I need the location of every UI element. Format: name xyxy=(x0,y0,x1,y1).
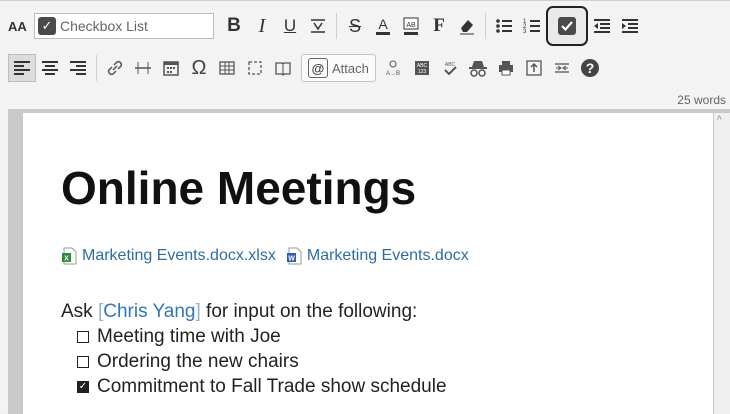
checklist-item-text: Ordering the new chairs xyxy=(97,351,299,372)
checkbox-checked[interactable]: ✓ xyxy=(77,380,89,393)
editor-container: Online Meetings X Marketing Events.docx.… xyxy=(8,109,730,414)
strikethrough-button[interactable]: S xyxy=(341,12,369,40)
vertical-scrollbar[interactable]: ^ xyxy=(714,113,730,414)
table-icon[interactable] xyxy=(213,54,241,82)
word-count: 25 words xyxy=(677,93,726,107)
underline-button[interactable]: U xyxy=(276,12,304,40)
checkbox[interactable] xyxy=(77,355,89,368)
overline-icon[interactable] xyxy=(304,12,332,40)
find-replace-icon[interactable]: A→B xyxy=(380,54,408,82)
svg-text:A→B: A→B xyxy=(386,71,400,77)
book-icon[interactable] xyxy=(269,54,297,82)
bullet-list-icon[interactable] xyxy=(490,12,518,40)
svg-text:AB: AB xyxy=(406,22,416,29)
numbered-list-icon[interactable]: 123 xyxy=(518,12,546,40)
checklist-item: ✓ Commitment to Fall Trade show schedule xyxy=(77,374,447,399)
link-icon[interactable] xyxy=(101,54,129,82)
attachment-link[interactable]: Marketing Events.docx.xlsx xyxy=(82,247,276,265)
font-size-button[interactable]: AA xyxy=(8,19,30,34)
editor-content[interactable]: Online Meetings X Marketing Events.docx.… xyxy=(23,113,713,414)
checkbox-list-button[interactable] xyxy=(546,6,588,46)
align-right-icon[interactable] xyxy=(64,54,92,82)
separator xyxy=(485,13,486,39)
checkbox-icon: ✓ xyxy=(38,17,56,35)
attachment-list: X Marketing Events.docx.xlsx W Marketing… xyxy=(61,247,469,265)
outdent-icon[interactable] xyxy=(588,12,616,40)
attach-button[interactable]: @ Attach xyxy=(301,54,376,82)
spell-check-mark-icon[interactable]: ABC xyxy=(436,54,464,82)
select-area-icon[interactable] xyxy=(241,54,269,82)
attach-label: Attach xyxy=(332,60,369,76)
body-paragraph: Ask [Chris Yang] for input on the follow… xyxy=(61,299,447,399)
checklist-item-text: Commitment to Fall Trade show schedule xyxy=(97,376,447,397)
intro-suffix: for input on the following: xyxy=(200,301,418,322)
separator xyxy=(96,55,97,81)
indent-icon[interactable] xyxy=(616,12,644,40)
editor-window: AA ✓ Checkbox List B I U S A AB F 123 Ω … xyxy=(0,0,730,414)
attachment-link[interactable]: Marketing Events.docx xyxy=(307,247,469,265)
checklist-item: Meeting time with Joe xyxy=(77,324,447,349)
svg-text:W: W xyxy=(288,256,295,263)
checklist-item: Ordering the new chairs xyxy=(77,349,447,374)
align-left-icon[interactable] xyxy=(8,54,36,82)
svg-text:123: 123 xyxy=(418,69,427,75)
highlight-color-button[interactable]: AB xyxy=(397,12,425,40)
toolbar-row-2: Ω @ Attach A→B ABC 123 ABC ? xyxy=(8,51,604,85)
separator xyxy=(336,13,337,39)
checklist-item-text: Meeting time with Joe xyxy=(97,326,281,347)
checklist: Meeting time with Joe Ordering the new c… xyxy=(61,324,447,399)
svg-text:ABC: ABC xyxy=(445,62,456,68)
svg-text:3: 3 xyxy=(523,29,527,35)
spellcheck-icon[interactable]: ABC 123 xyxy=(408,54,436,82)
horizontal-rule-icon[interactable] xyxy=(129,54,157,82)
calendar-icon[interactable] xyxy=(157,54,185,82)
italic-button[interactable]: I xyxy=(248,12,276,40)
bold-button[interactable]: B xyxy=(220,12,248,40)
svg-text:A: A xyxy=(378,16,388,32)
align-center-icon[interactable] xyxy=(36,54,64,82)
font-color-button[interactable]: A xyxy=(369,12,397,40)
document-title: Online Meetings xyxy=(61,162,417,214)
scroll-up-icon[interactable]: ^ xyxy=(717,115,722,126)
toolbar-row-1: AA ✓ Checkbox List B I U S A AB F 123 xyxy=(8,6,644,46)
print-icon[interactable] xyxy=(492,54,520,82)
eraser-icon[interactable] xyxy=(453,12,481,40)
svg-text:X: X xyxy=(64,256,69,263)
help-icon[interactable]: ? xyxy=(576,54,604,82)
style-select-value: Checkbox List xyxy=(60,18,148,34)
word-file-icon: W xyxy=(286,247,302,265)
svg-text:?: ? xyxy=(586,60,595,76)
intro-line: Ask [Chris Yang] for input on the follow… xyxy=(61,299,447,324)
export-icon[interactable] xyxy=(520,54,548,82)
font-family-button[interactable]: F xyxy=(425,12,453,40)
attach-icon: @ xyxy=(308,58,328,78)
incognito-icon[interactable] xyxy=(464,54,492,82)
intro-prefix: Ask xyxy=(61,301,98,322)
checkbox[interactable] xyxy=(77,330,89,343)
special-character-icon[interactable]: Ω xyxy=(185,54,213,82)
style-select[interactable]: ✓ Checkbox List xyxy=(34,13,214,39)
page-break-icon[interactable] xyxy=(548,54,576,82)
excel-file-icon: X xyxy=(61,247,77,265)
mention-link[interactable]: Chris Yang xyxy=(103,301,195,322)
